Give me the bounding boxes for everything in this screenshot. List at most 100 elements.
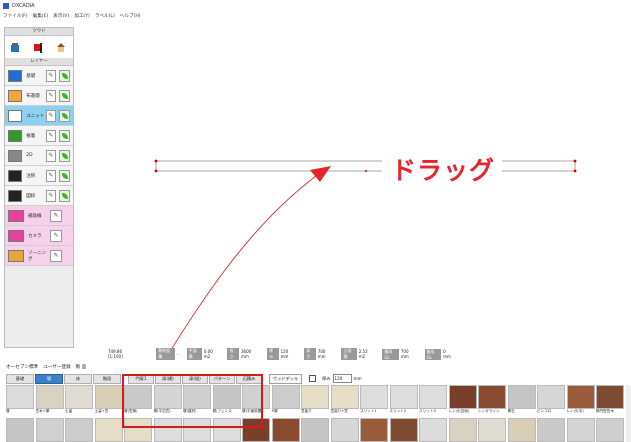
thickness-checkbox[interactable]	[309, 375, 317, 382]
layer-label: 布基礎	[26, 93, 40, 99]
catalog-item[interactable]: レンガライン	[478, 385, 506, 414]
category-tab-0[interactable]: 基礎	[6, 373, 34, 384]
source-tab-2[interactable]: 製 品	[76, 364, 87, 370]
layer-icon	[8, 89, 23, 102]
catalog-item[interactable]: レンガ(中)	[566, 385, 595, 414]
visibility-leaf-icon[interactable]	[59, 109, 70, 122]
catalog-label: スリット3	[419, 409, 436, 413]
red-flag-icon[interactable]	[32, 42, 45, 53]
paint-bucket-icon[interactable]	[10, 42, 23, 53]
catalog-item-row2[interactable]	[360, 418, 388, 442]
catalog-item-row2[interactable]	[566, 418, 595, 442]
drawing-canvas[interactable]	[72, 20, 631, 350]
pen-icon[interactable]: ✎	[45, 189, 57, 202]
pen-icon[interactable]: ✎	[50, 249, 62, 262]
catalog-item-row2[interactable]	[94, 418, 123, 442]
visibility-leaf-icon[interactable]	[59, 69, 70, 82]
menu-item-1[interactable]: 編集(E)	[33, 13, 49, 19]
catalog-thumbnail	[330, 385, 359, 409]
layer-list: 基礎 ✎ 布基礎 ✎ ユニット ✎ 植栽 ✎ 2D ✎ 注釈 ✎ 図枠 ✎ 補助線 ✎ カメラ ✎ ゾーニング ✎	[5, 66, 73, 266]
catalog-item-row2[interactable]	[507, 418, 536, 442]
wall-element[interactable]	[154, 159, 577, 173]
catalog-item-row2[interactable]	[271, 418, 300, 442]
pen-icon[interactable]: ✎	[50, 209, 62, 222]
catalog-item-row2[interactable]	[478, 418, 506, 442]
catalog-item[interactable]: 土留+笠	[94, 385, 123, 414]
visibility-leaf-icon[interactable]	[59, 89, 70, 102]
catalog-item[interactable]: スリット3	[419, 385, 447, 414]
catalog-item[interactable]: 土留	[65, 385, 93, 414]
layer-row[interactable]: 植栽 ✎	[5, 126, 73, 146]
pen-icon[interactable]: ✎	[45, 109, 57, 122]
layer-icon	[8, 169, 23, 182]
catalog-item[interactable]: 笠木+塀	[35, 385, 64, 414]
category-tabs: 基礎塀床階段	[6, 373, 122, 384]
source-tab-0[interactable]: オーセブン標準	[6, 364, 38, 370]
pen-icon[interactable]: ✎	[50, 229, 62, 242]
category-tab-2[interactable]: 床	[64, 373, 92, 384]
catalog-item-row2[interactable]	[35, 418, 64, 442]
source-tab-1[interactable]: ユーザー登録	[43, 364, 70, 370]
pen-icon[interactable]: ✎	[45, 129, 57, 142]
visibility-leaf-icon[interactable]	[59, 169, 70, 182]
visibility-leaf-icon[interactable]	[59, 189, 70, 202]
catalog-item-row2[interactable]	[301, 418, 329, 442]
catalog-thumbnail	[389, 385, 418, 409]
catalog-item-row2[interactable]	[537, 418, 565, 442]
menu-item-0[interactable]: ファイル(F)	[3, 13, 28, 19]
layer-row[interactable]: 2D ✎	[5, 146, 73, 166]
layer-row[interactable]: 補助線 ✎	[5, 206, 73, 226]
menu-item-3[interactable]: 加工(Y)	[74, 13, 90, 19]
catalog-thumbnail	[448, 418, 477, 442]
pen-icon[interactable]: ✎	[45, 169, 57, 182]
catalog-item-row2[interactable]	[419, 418, 447, 442]
visibility-leaf-icon[interactable]	[59, 129, 70, 142]
catalog-thumbnail	[35, 418, 64, 442]
layer-label: 図枠	[26, 193, 36, 199]
site-area-label: 敷地面積	[156, 348, 176, 360]
thickness-input[interactable]: 120	[332, 374, 352, 383]
catalog-item[interactable]: レンガ(目地)	[448, 385, 477, 414]
menu-item-2[interactable]: 表示(V)	[53, 13, 69, 19]
catalog-scrollbar[interactable]	[626, 385, 631, 442]
menu-item-4[interactable]: ラベル(L)	[95, 13, 115, 19]
catalog-item-row2[interactable]	[389, 418, 418, 442]
layer-row[interactable]: 注釈 ✎	[5, 166, 73, 186]
layer-row[interactable]: 布基礎 ✎	[5, 86, 73, 106]
catalog-item-row2[interactable]	[448, 418, 477, 442]
catalog-label: 楕円型笠木	[596, 409, 614, 413]
catalog-item[interactable]: 積石	[507, 385, 536, 414]
catalog-item[interactable]: スリット2	[389, 385, 418, 414]
house-icon[interactable]	[55, 42, 68, 53]
pen-icon[interactable]: ✎	[45, 69, 57, 82]
catalog-item[interactable]: 楕円型笠木	[596, 385, 624, 414]
catalog-item[interactable]: ピンコロ	[537, 385, 565, 414]
catalog-item-row2[interactable]	[6, 418, 34, 442]
catalog-item[interactable]: R塀	[271, 385, 300, 414]
catalog-item[interactable]: 笠曲り+笠	[330, 385, 359, 414]
layer-row[interactable]: 図枠 ✎	[5, 186, 73, 206]
catalog-item[interactable]: 笠曲り	[301, 385, 329, 414]
catalog-item-row2[interactable]	[330, 418, 359, 442]
layer-row[interactable]: カメラ ✎	[5, 226, 73, 246]
category-tab-1[interactable]: 塀	[35, 373, 63, 384]
title-bar: DXCADIA	[0, 0, 631, 11]
pen-icon[interactable]: ✎	[45, 89, 57, 102]
layer-row[interactable]: ユニット ✎	[5, 106, 73, 126]
catalog-label: 土留	[65, 409, 73, 413]
layer-icon	[8, 229, 24, 242]
catalog-item-row2[interactable]	[596, 418, 624, 442]
menu-item-5[interactable]: ヘルプ(H)	[120, 13, 141, 19]
catalog-thumbnail	[301, 418, 329, 442]
pen-icon[interactable]: ✎	[45, 149, 57, 162]
catalog-item[interactable]: スリット1	[360, 385, 388, 414]
catalog-label: 土留+笠	[94, 409, 109, 413]
catalog-item[interactable]: 塀	[6, 385, 34, 414]
catalog-item-row2[interactable]	[65, 418, 93, 442]
layer-row[interactable]: 基礎 ✎	[5, 66, 73, 86]
visibility-leaf-icon[interactable]	[59, 149, 70, 162]
category-tab-3[interactable]: 階段	[93, 373, 121, 384]
catalog-thumbnail	[566, 418, 595, 442]
layer-row[interactable]: ゾーニング ✎	[5, 246, 73, 266]
wood-deck-button[interactable]: ウッドデッキ	[269, 373, 303, 384]
